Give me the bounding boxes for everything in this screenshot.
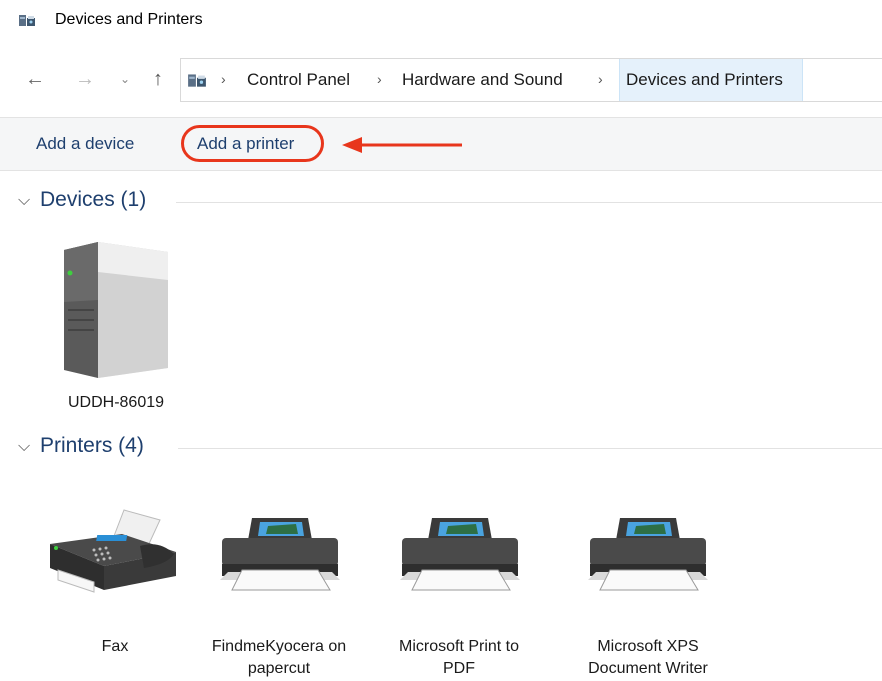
printer-label: Fax xyxy=(101,638,129,655)
device-label: UDDH-86019 xyxy=(67,394,165,411)
breadcrumb-devices-and-printers[interactable]: Devices and Printers xyxy=(619,59,803,101)
printer-tile-microsoft-print-to-pdf[interactable]: Microsoft Print to PDF xyxy=(384,500,534,681)
breadcrumb-current-label: Devices and Printers xyxy=(626,70,783,89)
printer-icon xyxy=(400,518,520,591)
devices-printers-icon xyxy=(19,15,35,26)
breadcrumb-separator[interactable]: › xyxy=(377,71,382,87)
devices-group-title[interactable]: Devices (1) xyxy=(40,188,146,212)
printer-tile-microsoft-xps[interactable]: Microsoft XPS Document Writer xyxy=(568,500,728,681)
command-bar: Add a device Add a printer xyxy=(0,117,882,171)
devices-printers-icon[interactable] xyxy=(187,71,207,89)
printers-group-title[interactable]: Printers (4) xyxy=(40,434,144,458)
chevron-down-icon[interactable]: ⌵ xyxy=(18,192,30,210)
arrow-left-icon[interactable]: ← xyxy=(22,64,48,94)
arrow-annotation-icon xyxy=(342,137,462,153)
divider xyxy=(176,202,882,203)
chevron-down-icon[interactable]: ⌵ xyxy=(18,438,30,456)
breadcrumb-hardware-and-sound[interactable]: Hardware and Sound xyxy=(402,70,563,90)
breadcrumb-separator[interactable]: › xyxy=(598,71,603,87)
address-bar[interactable]: › Control Panel › Hardware and Sound › D… xyxy=(180,58,882,102)
printers-group-header[interactable]: ⌵ Printers (4) xyxy=(16,434,882,464)
breadcrumb-separator[interactable]: › xyxy=(221,71,226,87)
arrow-right-icon[interactable]: → xyxy=(72,64,98,94)
arrow-up-icon[interactable]: ↑ xyxy=(145,64,171,94)
window-title: Devices and Printers xyxy=(55,11,203,28)
printer-icon xyxy=(220,518,340,591)
printer-label: Microsoft Print to PDF xyxy=(398,638,520,677)
printer-tile-findmekyocera[interactable]: FindmeKyocera on papercut xyxy=(204,500,354,681)
title-bar: Devices and Printers xyxy=(0,0,882,44)
computer-tower-icon xyxy=(64,242,168,378)
add-printer-button[interactable]: Add a printer xyxy=(197,134,294,154)
printer-label: Microsoft XPS Document Writer xyxy=(588,638,708,677)
printer-icon xyxy=(588,518,708,591)
add-device-button[interactable]: Add a device xyxy=(36,134,134,154)
chevron-down-icon[interactable]: ⌄ xyxy=(112,64,138,94)
divider xyxy=(178,448,882,449)
printer-tile-fax[interactable]: Fax xyxy=(30,500,200,681)
device-tile[interactable]: UDDH-86019 xyxy=(36,236,196,416)
devices-group-header[interactable]: ⌵ Devices (1) xyxy=(16,188,882,218)
printer-label: FindmeKyocera on papercut xyxy=(211,638,347,677)
breadcrumb-control-panel[interactable]: Control Panel xyxy=(247,70,350,90)
navigation-bar: ← → ⌄ ↑ › Control Panel › Hardware and S… xyxy=(0,56,882,104)
fax-icon xyxy=(50,509,176,593)
